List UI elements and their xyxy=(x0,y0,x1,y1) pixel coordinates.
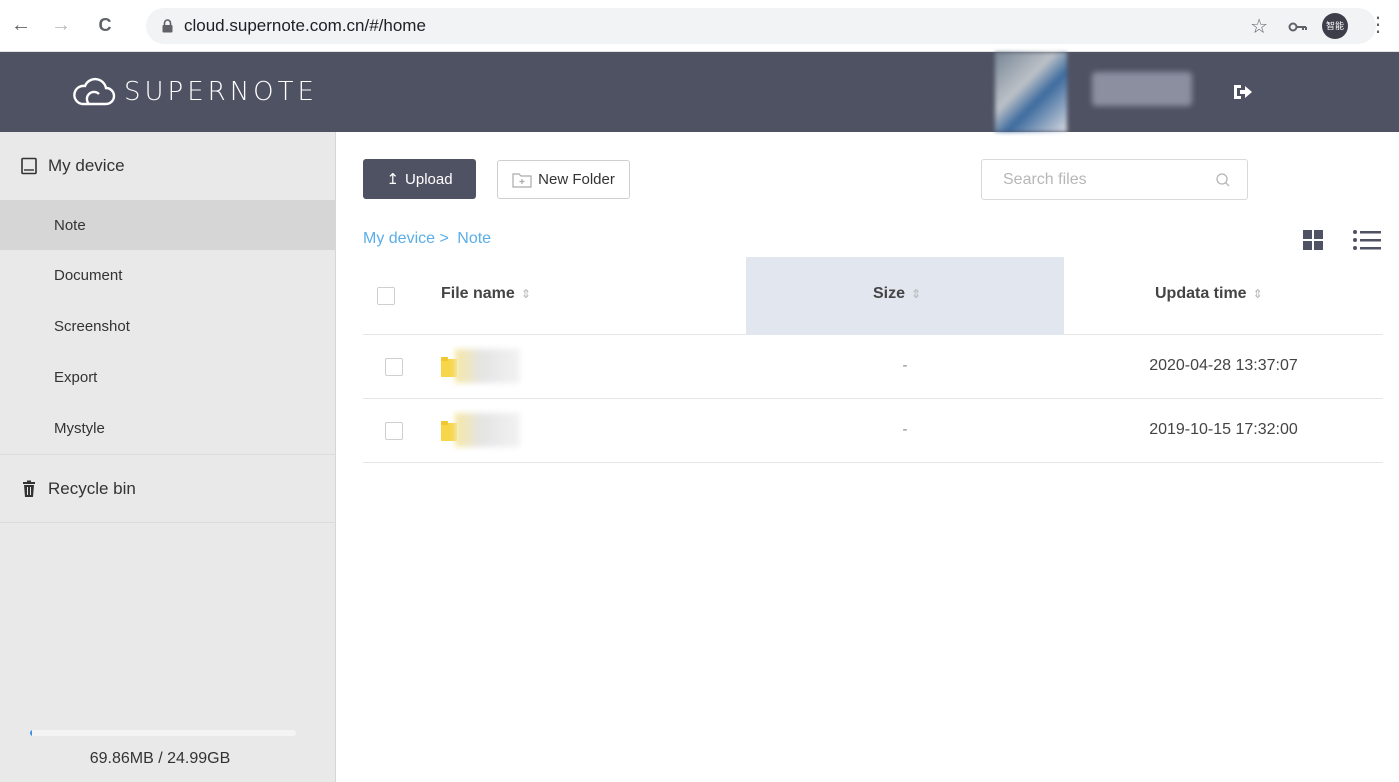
user-name xyxy=(1092,72,1192,106)
trash-icon xyxy=(23,480,35,497)
upload-button[interactable]: ↥ Upload xyxy=(363,159,476,199)
forward-button[interactable]: → xyxy=(48,12,74,38)
url-text: cloud.supernote.com.cn/#/home xyxy=(184,16,426,35)
column-file-name[interactable]: File name ⇕ xyxy=(441,285,531,303)
bookmark-star-icon[interactable]: ☆ xyxy=(1250,14,1268,39)
tablet-icon xyxy=(21,157,37,175)
file-size: - xyxy=(902,357,908,374)
folder-plus-icon xyxy=(512,172,532,188)
table-row[interactable]: - 2019-10-15 17:32:00 xyxy=(363,399,1383,463)
upload-icon: ↥ xyxy=(386,171,400,188)
table-header: File name ⇕ Size ⇕ Updata time ⇕ xyxy=(363,257,1383,335)
sidebar-my-device[interactable]: My device xyxy=(0,132,336,200)
storage-usage-text: 69.86MB / 24.99GB xyxy=(89,750,231,767)
breadcrumb-root[interactable]: My device > xyxy=(363,230,449,247)
upload-label: Upload xyxy=(405,170,453,188)
sidebar: My device Note Document Screenshot Expor… xyxy=(0,132,336,782)
lock-icon xyxy=(162,19,173,33)
sidebar-item-note[interactable]: Note xyxy=(0,200,336,250)
sort-icon: ⇕ xyxy=(911,287,922,301)
file-update-time: 2020-04-28 13:37:07 xyxy=(1149,357,1298,374)
column-update-time[interactable]: Updata time ⇕ xyxy=(1155,285,1263,303)
cloud-icon xyxy=(73,77,116,106)
column-file-name-label: File name xyxy=(441,285,515,302)
sort-icon: ⇕ xyxy=(1252,287,1263,301)
sidebar-item-label: Document xyxy=(54,266,123,284)
profile-avatar[interactable]: 智能 xyxy=(1322,13,1348,39)
back-button[interactable]: ← xyxy=(8,12,34,38)
list-view-icon[interactable] xyxy=(1352,229,1382,251)
storage-progress-fill xyxy=(30,730,33,736)
sidebar-item-label: Export xyxy=(54,368,98,386)
sidebar-item-mystyle[interactable]: Mystyle xyxy=(0,403,336,453)
sidebar-item-label: Mystyle xyxy=(54,419,105,437)
sidebar-recycle-bin[interactable]: Recycle bin xyxy=(0,455,336,523)
breadcrumb-current[interactable]: Note xyxy=(457,230,491,247)
file-update-time: 2019-10-15 17:32:00 xyxy=(1149,421,1298,438)
address-bar[interactable]: cloud.supernote.com.cn/#/home ☆ xyxy=(146,8,1376,44)
logo-text: SUPERNOTE xyxy=(124,77,318,107)
reload-button[interactable]: C xyxy=(92,12,118,38)
breadcrumb: My device > Note xyxy=(363,230,495,248)
file-name[interactable] xyxy=(455,413,520,447)
sidebar-divider xyxy=(0,522,336,523)
browser-toolbar: ← → C cloud.supernote.com.cn/#/home ☆ 智能… xyxy=(0,0,1399,52)
file-name[interactable] xyxy=(455,349,520,383)
column-update-time-label: Updata time xyxy=(1155,285,1247,302)
column-size-label: Size xyxy=(873,285,906,302)
search-input[interactable] xyxy=(983,161,1203,198)
sort-icon: ⇕ xyxy=(520,287,531,301)
row-checkbox[interactable] xyxy=(385,422,403,440)
new-folder-label: New Folder xyxy=(538,171,615,188)
sidebar-item-document[interactable]: Document xyxy=(0,250,336,300)
user-avatar[interactable] xyxy=(995,52,1067,132)
search-box xyxy=(981,159,1248,200)
supernote-logo[interactable]: SUPERNOTE xyxy=(72,74,318,110)
new-folder-button[interactable]: New Folder xyxy=(497,160,630,199)
sidebar-item-label: Screenshot xyxy=(54,317,130,335)
key-icon[interactable] xyxy=(1288,20,1308,34)
sidebar-item-label: Note xyxy=(54,216,86,234)
file-table: File name ⇕ Size ⇕ Updata time ⇕ - 2020-… xyxy=(363,257,1383,463)
browser-menu-icon[interactable]: ⋮ xyxy=(1368,10,1388,40)
file-size: - xyxy=(902,421,908,438)
table-row[interactable]: - 2020-04-28 13:37:07 xyxy=(363,335,1383,399)
sidebar-item-export[interactable]: Export xyxy=(0,352,336,402)
app-header: SUPERNOTE xyxy=(0,52,1399,132)
row-checkbox[interactable] xyxy=(385,358,403,376)
logout-icon[interactable] xyxy=(1232,82,1254,102)
grid-view-icon[interactable] xyxy=(1302,229,1324,251)
storage-progress-bar xyxy=(30,730,296,736)
select-all-checkbox[interactable] xyxy=(377,287,395,305)
sidebar-recycle-bin-label: Recycle bin xyxy=(48,479,136,498)
column-size[interactable]: Size ⇕ xyxy=(873,285,921,303)
search-icon[interactable] xyxy=(1215,172,1231,188)
sidebar-my-device-label: My device xyxy=(48,156,125,175)
sidebar-item-screenshot[interactable]: Screenshot xyxy=(0,301,336,351)
